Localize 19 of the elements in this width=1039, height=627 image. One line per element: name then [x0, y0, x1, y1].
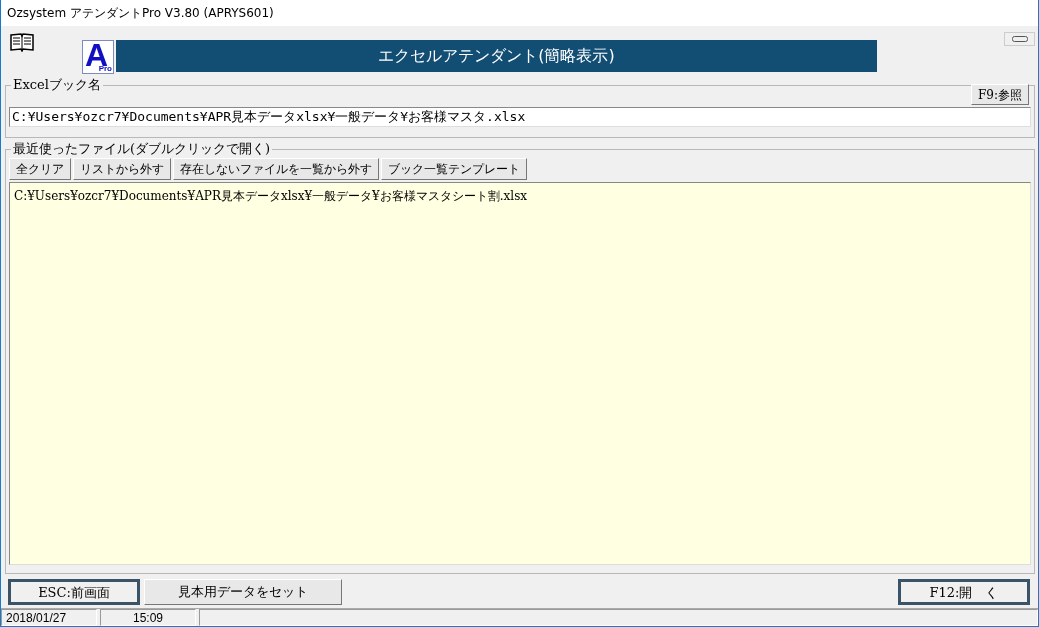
toolbar-button[interactable]: 存在しないファイルを一覧から外す — [173, 158, 379, 180]
status-date: 2018/01/27 — [1, 609, 97, 626]
footer-button[interactable]: F12:開 く — [898, 579, 1030, 605]
status-time: 15:09 — [100, 609, 196, 626]
footer-button[interactable]: 見本用データをセット — [144, 579, 342, 605]
toolbar-button[interactable]: 全クリア — [9, 158, 71, 180]
minus-icon — [1011, 36, 1028, 42]
toolbar-button[interactable]: ブック一覧テンプレート — [381, 158, 527, 180]
minimize-button[interactable] — [1004, 32, 1035, 46]
browse-button[interactable]: F9:参照 — [971, 84, 1029, 105]
group-legend: 最近使ったファイル(ダブルクリックで開く) — [11, 140, 273, 158]
window-title: Ozsystem アテンダントPro V3.80 (APRYS601) — [7, 4, 274, 22]
banner-title: エクセルアテンダント(簡略表示) — [116, 40, 877, 72]
group-legend: Excelブック名 — [11, 76, 103, 94]
toolbar-button[interactable]: リストから外す — [73, 158, 171, 180]
footer-button[interactable]: ESC:前画面 — [8, 579, 140, 605]
book-icon[interactable] — [10, 32, 34, 52]
recent-file-item[interactable]: C:¥Users¥ozcr7¥Documents¥APR見本データxlsx¥一般データ¥お客様マスタシート割.xlsx — [14, 188, 528, 205]
file-path-field[interactable]: C:¥Users¥ozcr7¥Documents¥APR見本データxlsx¥一般データ¥お客様マスタ.xlsx — [9, 107, 1031, 127]
